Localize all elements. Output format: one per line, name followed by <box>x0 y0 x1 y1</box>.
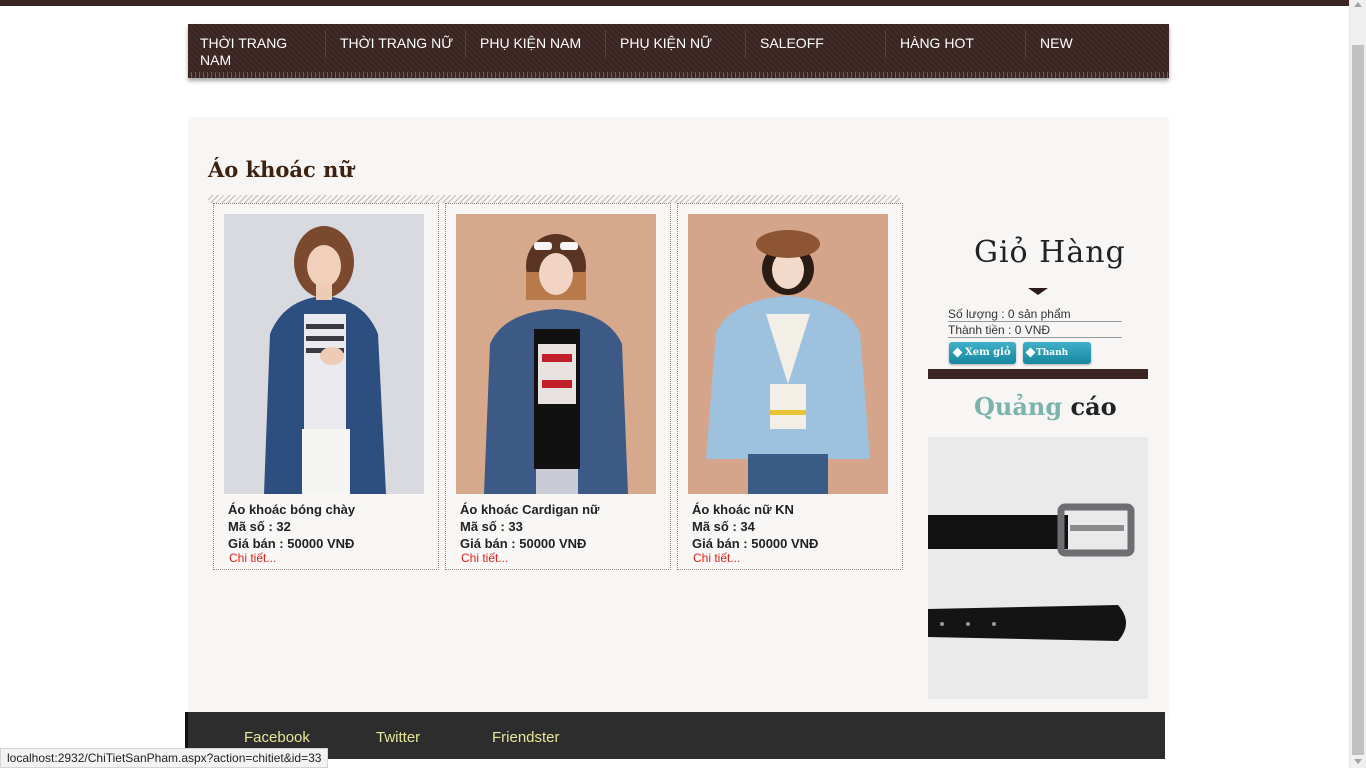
scroll-up-icon[interactable] <box>1354 2 1362 7</box>
scrollbar-thumb[interactable] <box>1352 45 1364 755</box>
product-code: Mã số : 32 <box>228 519 291 534</box>
product-name: Áo khoác bóng chày <box>228 502 356 517</box>
nav-separator <box>1025 30 1026 58</box>
diamond-icon <box>952 347 963 358</box>
footer-link-facebook[interactable]: Facebook <box>244 729 310 746</box>
footer-link-twitter[interactable]: Twitter <box>376 729 420 746</box>
diamond-icon <box>1025 347 1036 358</box>
category-divider <box>208 195 900 203</box>
nav-item-hang-hot[interactable]: HÀNG HOT <box>900 35 974 52</box>
category-title: Áo khoác nữ <box>208 157 354 182</box>
main-content: Áo khoác nữ Áo khoác bóng chày Mã số : 3… <box>188 117 1169 717</box>
cart-divider <box>948 321 1122 322</box>
nav-item-phu-kien-nu[interactable]: PHỤ KIỆN NỮ <box>620 35 712 52</box>
sidebar-divider-bar <box>928 369 1148 379</box>
ad-banner[interactable] <box>928 437 1148 699</box>
ads-title-part1: Quảng <box>974 392 1063 421</box>
nav-item-thoi-trang-nu[interactable]: THỜI TRANG NỮ <box>340 35 453 52</box>
nav-separator <box>745 30 746 58</box>
nav-item-saleoff[interactable]: SALEOFF <box>760 35 824 52</box>
main-nav: THỜI TRANG NAM THỜI TRANG NỮ PHỤ KIỆN NA… <box>188 24 1169 78</box>
product-name: Áo khoác nữ KN <box>692 502 794 517</box>
product-code: Mã số : 34 <box>692 519 755 534</box>
cart-quantity: Số lượng : 0 sản phẩm <box>948 307 1071 321</box>
cart-divider <box>948 337 1122 338</box>
product-card: Áo khoác Cardigan nữ Mã số : 33 Giá bán … <box>445 203 671 570</box>
nav-item-thoi-trang-nam[interactable]: THỜI TRANG NAM <box>200 35 310 69</box>
browser-status-url: localhost:2932/ChiTietSanPham.aspx?actio… <box>0 748 329 768</box>
checkout-button[interactable]: Thanh toán <box>1023 342 1091 380</box>
nav-separator <box>605 30 606 58</box>
caret-down-icon <box>1028 288 1048 295</box>
nav-item-phu-kien-nam[interactable]: PHỤ KIỆN NAM <box>480 35 581 52</box>
top-border <box>0 0 1366 6</box>
product-card: Áo khoác nữ KN Mã số : 34 Giá bán : 5000… <box>677 203 903 570</box>
product-detail-link[interactable]: Chi tiết... <box>229 551 276 565</box>
view-cart-button[interactable]: Xem giỏ <box>949 342 1016 364</box>
nav-separator <box>885 30 886 58</box>
product-image[interactable] <box>224 214 424 494</box>
cart-title: Giỏ Hàng <box>974 235 1126 270</box>
footer: Facebook Twitter Friendster <box>185 712 1165 759</box>
product-code: Mã số : 33 <box>460 519 523 534</box>
product-card: Áo khoác bóng chày Mã số : 32 Giá bán : … <box>213 203 439 570</box>
nav-separator <box>465 30 466 58</box>
product-image[interactable] <box>688 214 888 494</box>
product-price: Giá bán : 50000 VNĐ <box>228 536 355 551</box>
product-detail-link[interactable]: Chi tiết... <box>461 551 508 565</box>
product-image[interactable] <box>456 214 656 494</box>
ads-title-part2: cáo <box>1070 392 1117 421</box>
ads-title: Quảng cáo <box>974 392 1117 421</box>
product-detail-link[interactable]: Chi tiết... <box>693 551 740 565</box>
page-scrollbar[interactable] <box>1349 0 1366 768</box>
product-name: Áo khoác Cardigan nữ <box>460 502 600 517</box>
product-price: Giá bán : 50000 VNĐ <box>460 536 587 551</box>
view-cart-label: Xem giỏ <box>965 347 1011 358</box>
footer-link-friendster[interactable]: Friendster <box>492 729 560 746</box>
cart-total: Thành tiền : 0 VNĐ <box>948 323 1051 337</box>
scroll-down-icon[interactable] <box>1354 759 1362 764</box>
product-price: Giá bán : 50000 VNĐ <box>692 536 819 551</box>
nav-stitch-border <box>188 72 1169 78</box>
nav-item-new[interactable]: NEW <box>1040 35 1073 52</box>
nav-separator <box>325 30 326 58</box>
